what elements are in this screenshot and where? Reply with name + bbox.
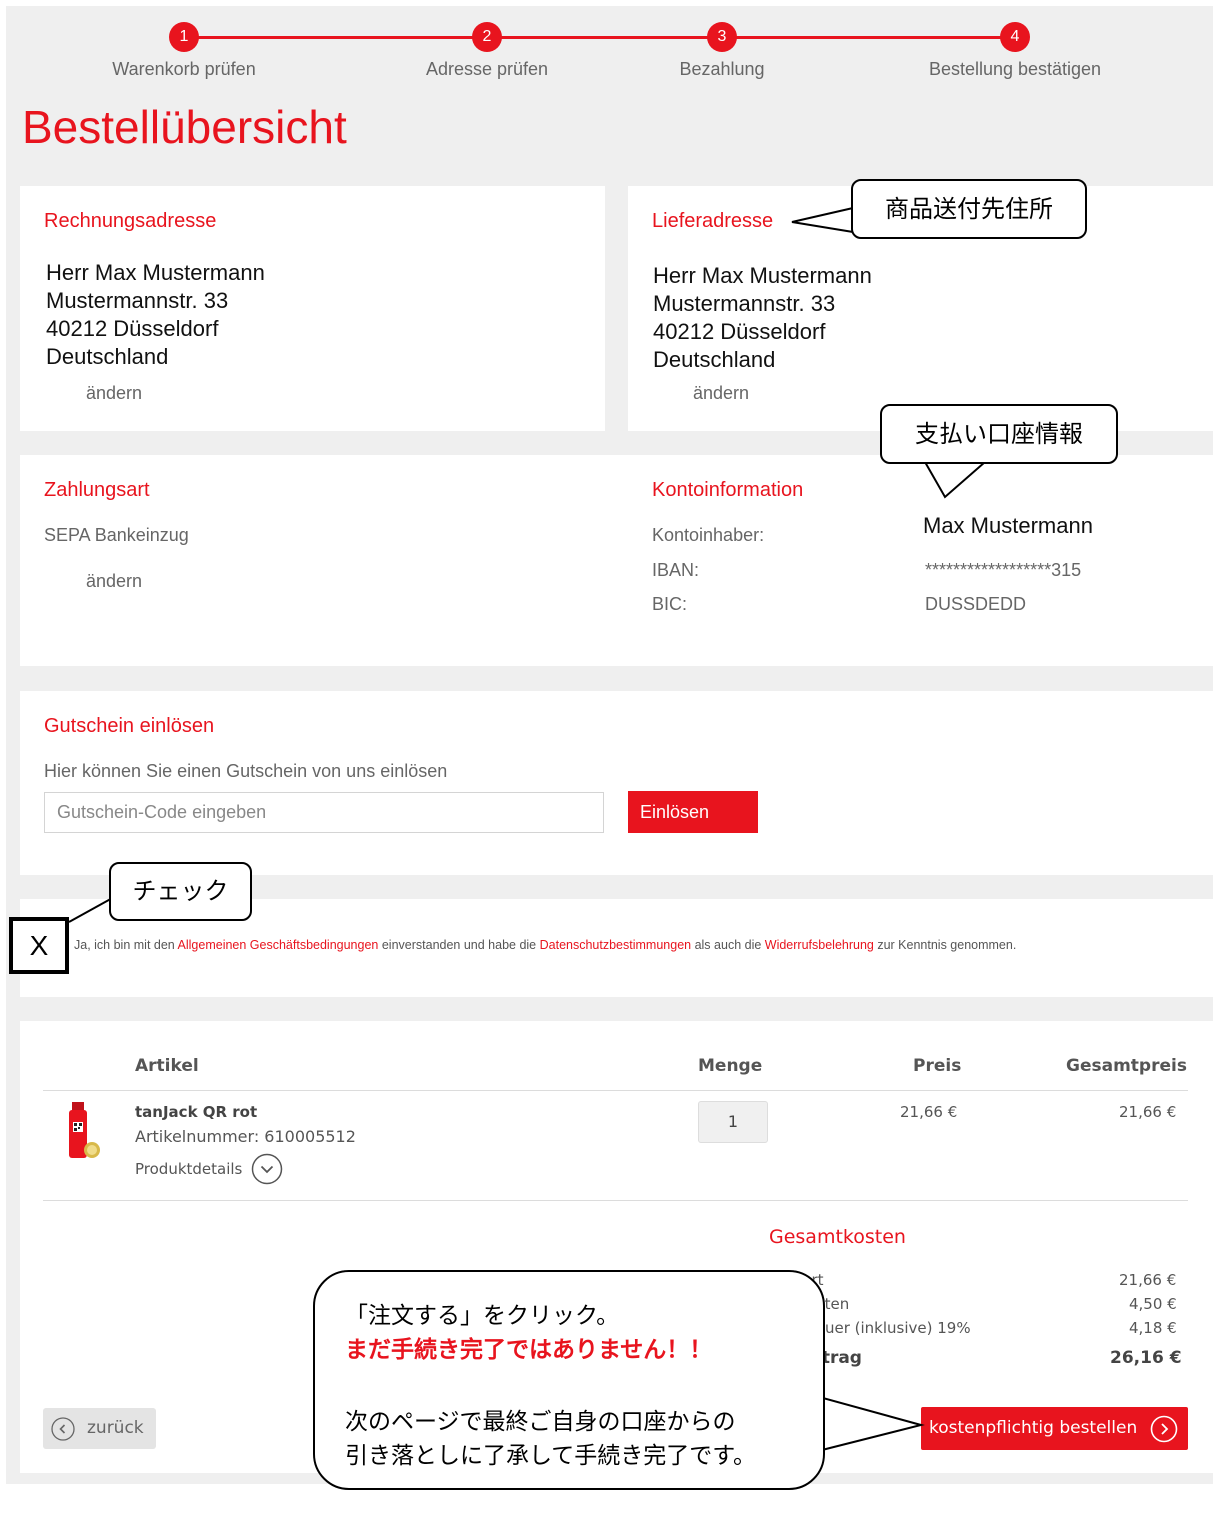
callout-order-line: 「注文する」をクリック。 [345,1303,620,1329]
withdrawal-link[interactable]: Widerrufsbelehrung [765,938,874,952]
iban-value: ******************315 [925,560,1082,580]
chevron-down-icon[interactable] [251,1153,283,1185]
billing-address-line: 40212 Düsseldorf [46,316,219,341]
place-order-button[interactable]: kostenpflichtig bestellen [921,1407,1188,1450]
step-3-label[interactable]: Bezahlung [679,59,764,80]
step-4-badge: 4 [1000,22,1030,52]
table-divider [43,1090,1188,1091]
page-title: Bestellübersicht [22,101,347,153]
quantity-field[interactable]: 1 [698,1101,768,1143]
product-total: 21,66 € [1119,1103,1177,1121]
shipping-edit-link[interactable]: ändern [693,383,749,404]
step-4-label: Bestellung bestätigen [928,59,1102,79]
billing-address-line: Herr Max Mustermann [46,260,265,285]
callout-shipping-note: 商品送付先住所 [851,179,1087,239]
billing-edit-link[interactable]: ändern [86,383,142,404]
shipping-address-line: Deutschland [653,347,776,372]
chevron-left-icon [51,1417,75,1441]
back-button-label: zurück [87,1418,144,1438]
summary-value: 4,18 € [1129,1319,1177,1337]
step-2-badge: 2 [472,22,502,52]
iban-label: IBAN: [652,560,700,580]
account-title: Kontoinformation [652,479,804,501]
account-holder-label: Kontoinhaber: [652,525,765,545]
billing-address: Herr Max Mustermann Mustermannstr. 33 40… [46,259,265,371]
redeem-coupon-button[interactable]: Einlösen [628,791,758,833]
terms-agreement-text: Ja, ich bin mit den Allgemeinen Geschäft… [74,938,1016,952]
table-divider [43,1200,1188,1201]
account-holder-value: Max Mustermann [923,513,1093,538]
bic-value: DUSSDEDD [925,594,1027,614]
terms-checkbox[interactable]: X [9,917,69,974]
shipping-address-line: Mustermannstr. 33 [653,291,836,316]
product-article-number: Artikelnummer: 610005512 [135,1127,356,1146]
coupon-hint: Hier können Sie einen Gutschein von uns … [44,761,448,781]
progress-line [184,36,1016,39]
coupon-title: Gutschein einlösen [44,715,215,737]
callout-account-note: 支払い口座情報 [880,404,1118,464]
product-name[interactable]: tanJack QR rot [135,1103,257,1121]
summary-value: 4,50 € [1129,1295,1177,1313]
header-price: Preis [913,1056,962,1076]
header-total: Gesamtpreis [1066,1056,1187,1076]
summary-total-value: 26,16 € [1110,1348,1182,1368]
callout-order-line: 次のページで最終ご自身の口座からの [345,1409,736,1435]
back-button[interactable]: zurück [43,1408,156,1449]
product-details-link[interactable]: Produktdetails [135,1160,242,1178]
payment-method: SEPA Bankeinzug [44,525,189,545]
step-3-badge: 3 [707,22,737,52]
product-price: 21,66 € [900,1103,958,1121]
header-quantity: Menge [698,1056,763,1076]
step-1-badge: 1 [169,22,199,52]
shipping-address-line: 40212 Düsseldorf [653,319,826,344]
step-1-label[interactable]: Warenkorb prüfen [112,59,255,80]
callout-check-note: チェック [109,862,252,921]
shipping-address-title: Lieferadresse [652,210,774,232]
agreement-text: Ja, ich bin mit den [74,938,178,952]
place-order-label: kostenpflichtig bestellen [929,1418,1138,1438]
billing-address-line: Mustermannstr. 33 [46,288,229,313]
privacy-link[interactable]: Datenschutzbestimmungen [540,938,691,952]
billing-address-title: Rechnungsadresse [44,210,217,232]
bic-label: BIC: [652,594,688,614]
agreement-text: einverstanden und habe die [378,938,540,952]
product-image [69,1102,100,1158]
callout-order-line: 引き落としに了承して手続き完了です。 [345,1443,757,1469]
summary-title: Gesamtkosten [769,1226,906,1248]
callout-order-warning: まだ手続き完了ではありません！！ [345,1337,713,1363]
coupon-code-input[interactable] [44,792,604,833]
agreement-text: zur Kenntnis genommen. [873,938,1017,952]
step-2-label[interactable]: Adresse prüfen [426,59,548,80]
chevron-right-icon [1150,1415,1178,1443]
shipping-address: Herr Max Mustermann Mustermannstr. 33 40… [653,262,872,374]
agreement-text: als auch die [691,938,765,952]
callout-order-note: 「注文する」をクリック。 まだ手続き完了ではありません！！ 次のページで最終ご自… [313,1270,825,1490]
billing-address-line: Deutschland [46,344,169,369]
header-article: Artikel [135,1056,199,1076]
payment-edit-link[interactable]: ändern [86,571,142,592]
payment-title: Zahlungsart [44,479,150,501]
summary-value: 21,66 € [1119,1271,1177,1289]
shipping-address-line: Herr Max Mustermann [653,263,872,288]
terms-link[interactable]: Allgemeinen Geschäftsbedingungen [178,938,379,952]
